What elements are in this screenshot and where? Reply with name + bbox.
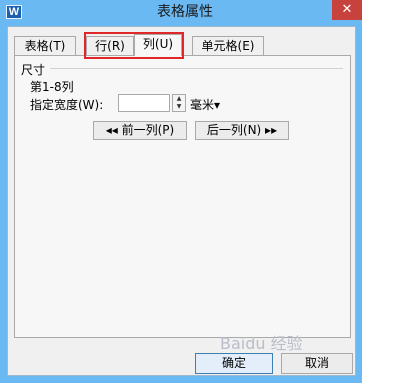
- tab-highlight-box: [84, 32, 184, 59]
- width-spinner[interactable]: ▲ ▼: [172, 94, 186, 112]
- width-label: 指定宽度(W):: [30, 98, 104, 112]
- dialog-title: 表格属性: [157, 4, 213, 20]
- spin-down-icon[interactable]: ▼: [173, 103, 185, 111]
- spin-up-icon[interactable]: ▲: [173, 95, 185, 103]
- width-input[interactable]: [118, 94, 170, 112]
- next-column-button[interactable]: 后一列(N) ▸▸: [195, 121, 289, 140]
- cancel-button[interactable]: 取消: [281, 353, 353, 374]
- watermark: Baidu 经验: [220, 334, 303, 353]
- unit-dropdown[interactable]: 毫米▾: [190, 96, 220, 113]
- wps-writer-icon: W: [6, 5, 22, 19]
- close-button[interactable]: ✕: [332, 0, 362, 20]
- tab-cell[interactable]: 单元格(E): [192, 36, 264, 55]
- title-bar[interactable]: W 表格属性 ✕: [0, 0, 362, 24]
- tab-table[interactable]: 表格(T): [14, 36, 76, 55]
- ok-button[interactable]: 确定: [195, 353, 273, 374]
- prev-column-button[interactable]: ◂◂ 前一列(P): [93, 121, 187, 140]
- size-group-label: 尺寸: [21, 63, 46, 77]
- group-divider: [50, 68, 343, 69]
- dialog-window: W 表格属性 ✕ 表格(T) 行(R) 列(U) 单元格(E) 尺寸 第1-8列…: [0, 0, 362, 383]
- dialog-body: 表格(T) 行(R) 列(U) 单元格(E) 尺寸 第1-8列 指定宽度(W):…: [7, 26, 356, 376]
- column-range-label: 第1-8列: [30, 80, 74, 94]
- column-panel: 尺寸 第1-8列 指定宽度(W): ▲ ▼ 毫米▾ ◂◂ 前一列(P) 后一列(…: [14, 55, 351, 338]
